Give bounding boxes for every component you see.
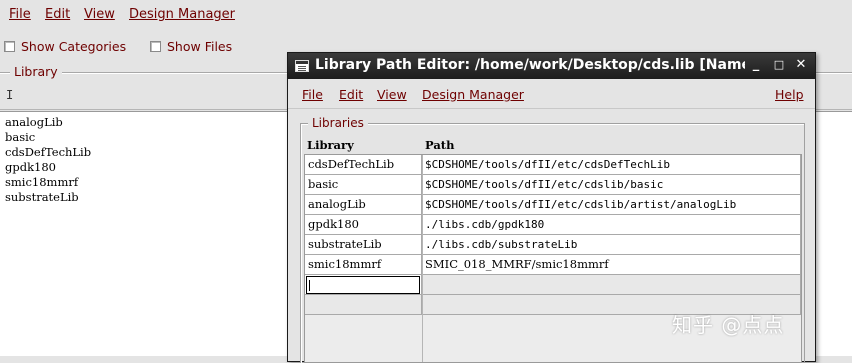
show-categories-option[interactable]: Show Categories xyxy=(4,38,126,54)
maximize-button[interactable]: □ xyxy=(770,56,788,74)
column-header-library[interactable]: Library xyxy=(307,138,354,152)
show-categories-checkbox[interactable] xyxy=(4,40,15,52)
library-cell[interactable]: substrateLib xyxy=(305,235,422,255)
dialog-titlebar[interactable]: Library Path Editor: /home/work/Desktop/… xyxy=(288,53,815,79)
library-edit-field[interactable] xyxy=(306,276,420,294)
show-categories-label: Show Categories xyxy=(21,38,127,54)
minimize-button[interactable]: _ xyxy=(747,56,765,74)
column-divider xyxy=(422,155,423,362)
table-row[interactable]: analogLib $CDSHOME/tools/dfII/etc/cdslib… xyxy=(305,195,801,215)
menu-file[interactable]: File xyxy=(9,7,31,22)
dialog-menu-view[interactable]: View xyxy=(377,87,407,102)
table-row-new[interactable] xyxy=(305,275,801,295)
table-row[interactable]: gpdk180 ./libs.cdb/gpdk180 xyxy=(305,215,801,235)
menu-design-manager[interactable]: Design Manager xyxy=(129,7,235,22)
table-row[interactable]: cdsDefTechLib $CDSHOME/tools/dfII/etc/cd… xyxy=(305,155,801,175)
library-cell-new[interactable] xyxy=(305,275,422,295)
main-menubar: File Edit View Design Manager xyxy=(0,0,852,30)
path-cell[interactable]: $CDSHOME/tools/dfII/etc/cdslib/artist/an… xyxy=(422,195,801,215)
window-icon xyxy=(295,60,309,72)
menu-edit[interactable]: Edit xyxy=(45,7,70,22)
watermark-text: 知乎 @点点 xyxy=(672,313,785,337)
path-cell[interactable]: $CDSHOME/tools/dfII/etc/cdslib/basic xyxy=(422,175,801,195)
menu-view[interactable]: View xyxy=(84,7,115,22)
table-row[interactable]: basic $CDSHOME/tools/dfII/etc/cdslib/bas… xyxy=(305,175,801,195)
path-cell[interactable]: ./libs.cdb/gpdk180 xyxy=(422,215,801,235)
path-cell[interactable]: $CDSHOME/tools/dfII/etc/cdsDefTechLib xyxy=(422,155,801,175)
path-cell[interactable]: SMIC_018_MMRF/smic18mmrf xyxy=(422,255,801,275)
close-button[interactable]: ✕ xyxy=(792,56,810,74)
library-cell[interactable]: basic xyxy=(305,175,422,195)
library-cell[interactable]: smic18mmrf xyxy=(305,255,422,275)
text-cursor-icon: I xyxy=(6,88,14,102)
library-group-label: Library xyxy=(10,64,62,79)
dialog-menu-file[interactable]: File xyxy=(302,87,323,102)
dialog-menu-edit[interactable]: Edit xyxy=(339,87,363,102)
library-cell[interactable]: analogLib xyxy=(305,195,422,215)
show-files-label: Show Files xyxy=(167,38,233,54)
table-row[interactable]: smic18mmrf SMIC_018_MMRF/smic18mmrf xyxy=(305,255,801,275)
libraries-group-label: Libraries xyxy=(308,116,368,130)
library-cell-empty[interactable] xyxy=(305,295,422,315)
dialog-title: Library Path Editor: /home/work/Desktop/… xyxy=(315,57,745,73)
library-cell[interactable]: cdsDefTechLib xyxy=(305,155,422,175)
table-row[interactable]: substrateLib ./libs.cdb/substrateLib xyxy=(305,235,801,255)
show-files-option[interactable]: Show Files xyxy=(150,38,232,54)
dialog-menu-help[interactable]: Help xyxy=(775,87,804,102)
show-files-checkbox[interactable] xyxy=(150,40,161,52)
path-cell[interactable]: ./libs.cdb/substrateLib xyxy=(422,235,801,255)
column-header-path[interactable]: Path xyxy=(425,138,454,152)
path-cell-new[interactable] xyxy=(422,275,801,295)
dialog-menu-design-manager[interactable]: Design Manager xyxy=(422,87,524,102)
dialog-menubar: File Edit View Design Manager Help xyxy=(288,79,815,109)
library-cell[interactable]: gpdk180 xyxy=(305,215,422,235)
